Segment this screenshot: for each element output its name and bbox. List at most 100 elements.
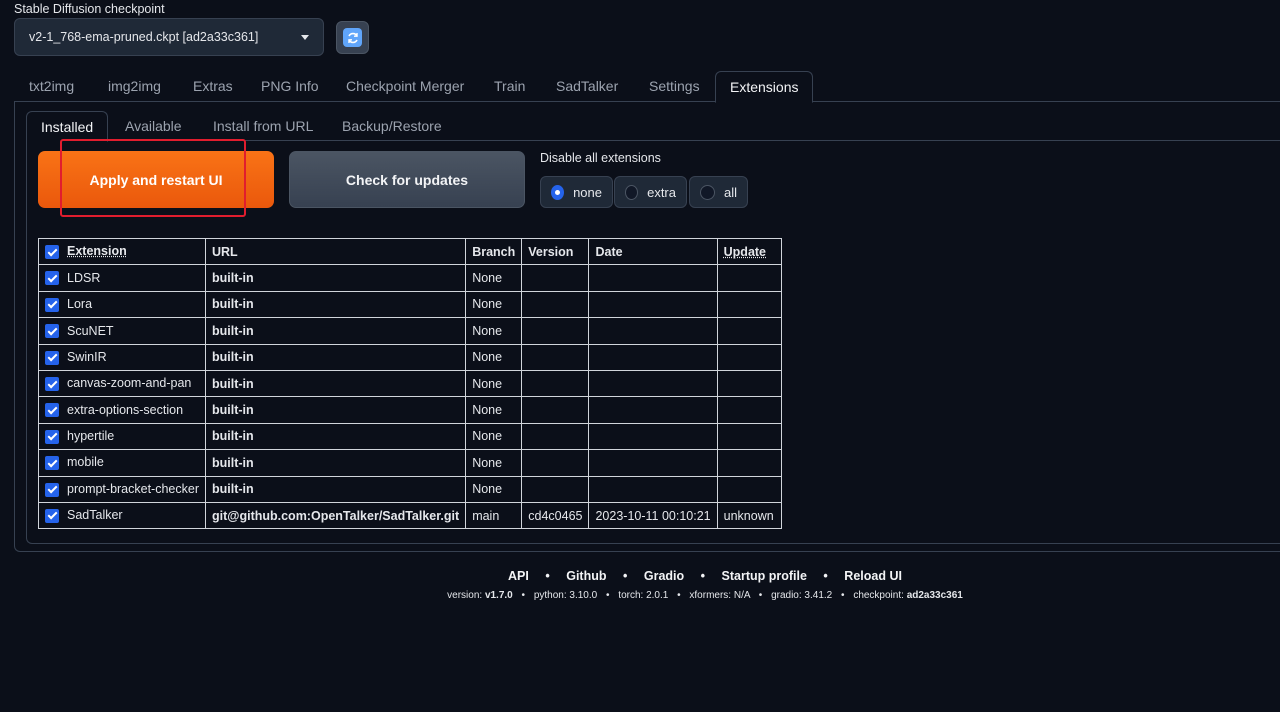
refresh-checkpoints-button[interactable]: [336, 21, 369, 54]
tab-extras[interactable]: Extras: [193, 71, 233, 102]
version-label: version:: [447, 590, 482, 601]
footer-separator: •: [606, 590, 610, 601]
footer-link-reload-ui[interactable]: Reload UI: [844, 569, 902, 583]
extension-update: [717, 344, 781, 370]
extension-date: [589, 265, 717, 291]
select-all-checkbox[interactable]: [45, 245, 59, 259]
extension-branch: None: [466, 423, 522, 449]
extension-checkbox[interactable]: [45, 298, 59, 312]
table-row: SadTalker git@github.com:OpenTalker/SadT…: [39, 502, 782, 528]
footer-link-gradio[interactable]: Gradio: [644, 569, 684, 583]
extension-url: built-in: [206, 423, 466, 449]
tab-img2img[interactable]: img2img: [108, 71, 161, 102]
extension-url: built-in: [206, 397, 466, 423]
table-row: mobile built-in None: [39, 450, 782, 476]
extension-url[interactable]: git@github.com:OpenTalker/SadTalker.git: [206, 502, 466, 528]
refresh-icon: [343, 28, 362, 47]
tab-installed[interactable]: Installed: [26, 111, 108, 142]
tab-extensions[interactable]: Extensions: [715, 71, 813, 103]
extension-version: [522, 370, 589, 396]
col-date: Date: [589, 239, 717, 265]
extension-checkbox[interactable]: [45, 509, 59, 523]
tab-txt2img[interactable]: txt2img: [29, 71, 74, 102]
footer-separator: •: [522, 590, 526, 601]
footer-separator: •: [759, 590, 763, 601]
checkpoint-label: Stable Diffusion checkpoint: [14, 2, 165, 16]
extension-branch: None: [466, 265, 522, 291]
footer-versions: version: v1.7.0 • python: 3.10.0 • torch…: [0, 590, 1280, 601]
tab-backup-restore[interactable]: Backup/Restore: [342, 111, 442, 141]
extension-checkbox[interactable]: [45, 403, 59, 417]
table-row: LDSR built-in None: [39, 265, 782, 291]
col-extension[interactable]: Extension: [39, 239, 206, 265]
tab-png-info[interactable]: PNG Info: [261, 71, 319, 102]
table-row: prompt-bracket-checker built-in None: [39, 476, 782, 502]
radio-unselected-icon: [625, 185, 638, 200]
extension-checkbox[interactable]: [45, 377, 59, 391]
extension-sub-tabs: Installed Available Install from URL Bac…: [26, 111, 1280, 141]
table-row: extra-options-section built-in None: [39, 397, 782, 423]
extension-version: [522, 318, 589, 344]
tab-settings[interactable]: Settings: [649, 71, 700, 102]
extension-update: unknown: [717, 502, 781, 528]
footer-separator: •: [677, 590, 681, 601]
extension-url: built-in: [206, 265, 466, 291]
tab-checkpoint-merger[interactable]: Checkpoint Merger: [346, 71, 464, 102]
extension-update: [717, 450, 781, 476]
footer-links: API • Github • Gradio • Startup profile …: [0, 569, 1280, 583]
extension-version: [522, 291, 589, 317]
torch-version: torch: 2.0.1: [618, 590, 668, 601]
xformers-version: xformers: N/A: [689, 590, 750, 601]
col-url: URL: [206, 239, 466, 265]
extension-url: built-in: [206, 344, 466, 370]
extension-url: built-in: [206, 450, 466, 476]
extension-checkbox[interactable]: [45, 456, 59, 470]
extension-branch: None: [466, 450, 522, 476]
version-value: v1.7.0: [485, 590, 513, 601]
check-for-updates-button[interactable]: Check for updates: [289, 151, 525, 208]
radio-none[interactable]: none: [540, 176, 613, 208]
radio-all[interactable]: all: [689, 176, 748, 208]
extension-branch: None: [466, 397, 522, 423]
extension-date: [589, 291, 717, 317]
footer-link-startup-profile[interactable]: Startup profile: [722, 569, 807, 583]
extension-update: [717, 291, 781, 317]
tab-available[interactable]: Available: [125, 111, 182, 141]
extension-name: mobile: [67, 455, 104, 469]
footer-separator: •: [545, 569, 549, 583]
table-row: SwinIR built-in None: [39, 344, 782, 370]
footer-link-api[interactable]: API: [508, 569, 529, 583]
checkpoint-dropdown[interactable]: v2-1_768-ema-pruned.ckpt [ad2a33c361]: [14, 18, 324, 56]
footer-separator: •: [823, 569, 827, 583]
extension-checkbox[interactable]: [45, 430, 59, 444]
extension-name: prompt-bracket-checker: [67, 482, 199, 496]
extension-version: [522, 423, 589, 449]
extension-update: [717, 370, 781, 396]
tab-train[interactable]: Train: [494, 71, 525, 102]
extension-url: built-in: [206, 291, 466, 317]
extension-branch: None: [466, 318, 522, 344]
extension-version: [522, 476, 589, 502]
tab-sadtalker[interactable]: SadTalker: [556, 71, 618, 102]
col-update[interactable]: Update: [717, 239, 781, 265]
extension-version: [522, 344, 589, 370]
extension-name: ScuNET: [67, 324, 114, 338]
extension-checkbox[interactable]: [45, 324, 59, 338]
main-tabs: txt2img img2img Extras PNG Info Checkpoi…: [14, 71, 1280, 102]
extension-date: [589, 370, 717, 396]
extension-version: [522, 450, 589, 476]
col-branch: Branch: [466, 239, 522, 265]
extension-checkbox[interactable]: [45, 483, 59, 497]
extension-checkbox[interactable]: [45, 351, 59, 365]
radio-all-label: all: [724, 185, 737, 200]
extension-checkbox[interactable]: [45, 271, 59, 285]
tab-install-from-url[interactable]: Install from URL: [213, 111, 313, 141]
table-header-row: Extension URL Branch Version Date Update: [39, 239, 782, 265]
footer-separator: •: [701, 569, 705, 583]
extension-version: [522, 397, 589, 423]
extensions-table: Extension URL Branch Version Date Update…: [38, 238, 782, 529]
extension-branch: None: [466, 476, 522, 502]
extension-branch: None: [466, 291, 522, 317]
radio-extra[interactable]: extra: [614, 176, 687, 208]
footer-link-github[interactable]: Github: [566, 569, 606, 583]
